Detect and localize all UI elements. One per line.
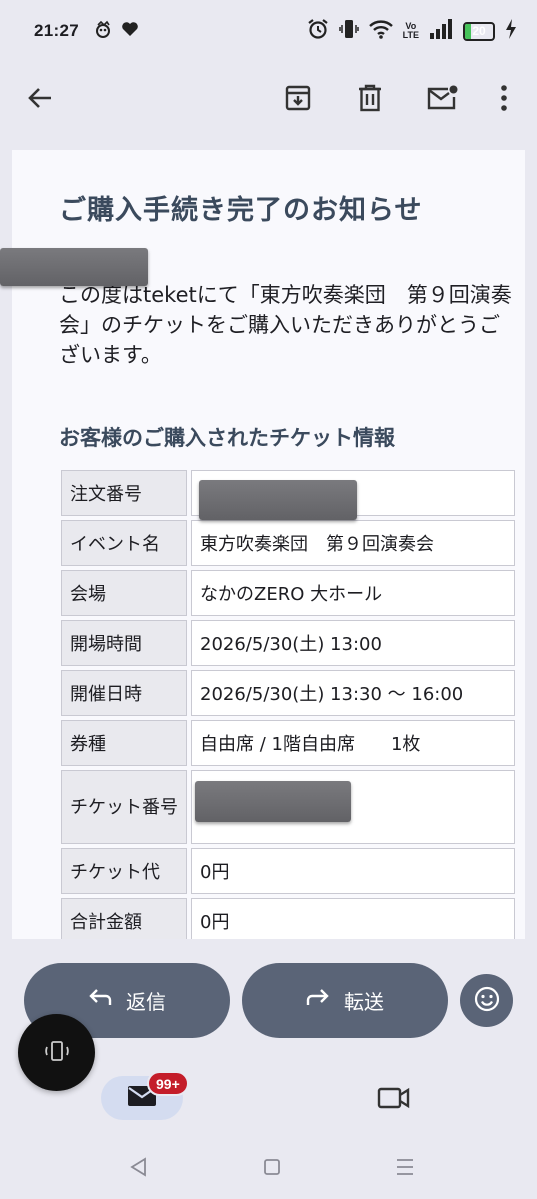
table-row: イベント名 東方吹奏楽団 第９回演奏会 bbox=[61, 520, 515, 566]
archive-button[interactable] bbox=[278, 80, 318, 120]
row-label: 開催日時 bbox=[61, 670, 187, 716]
vibrate-icon bbox=[338, 18, 359, 45]
battery-percent: 20 bbox=[472, 24, 486, 38]
email-body-text: この度はteketにて「東方吹奏楽団 第９回演奏会」のチケットをご購入いただきあ… bbox=[59, 283, 512, 367]
row-value: 0円 bbox=[191, 848, 515, 894]
row-label: 券種 bbox=[61, 720, 187, 766]
triangle-back-icon bbox=[129, 1157, 149, 1181]
forward-icon bbox=[306, 988, 330, 1013]
row-label: 注文番号 bbox=[61, 470, 187, 516]
email-heading: ご購入手続き完了のお知らせ bbox=[59, 195, 423, 226]
forward-label: 転送 bbox=[344, 990, 384, 1014]
square-home-icon bbox=[263, 1158, 281, 1180]
row-value: 東方吹奏楽団 第９回演奏会 bbox=[191, 520, 515, 566]
delete-icon bbox=[357, 84, 383, 116]
row-value: 2026/5/30(土) 13:30 〜 16:00 bbox=[191, 670, 515, 716]
table-row: 会場 なかのZERO 大ホール bbox=[61, 570, 515, 616]
battery-indicator: 20 bbox=[463, 21, 495, 41]
mark-unread-button[interactable] bbox=[422, 80, 462, 120]
emoji-reaction-button[interactable] bbox=[460, 974, 513, 1027]
system-home-button[interactable] bbox=[257, 1154, 287, 1184]
more-options-button[interactable] bbox=[484, 80, 524, 120]
alarm-icon bbox=[307, 18, 329, 45]
status-bar: 21:27 Vo LTE 20 bbox=[0, 0, 537, 62]
mark-unread-icon bbox=[426, 85, 458, 115]
table-row: チケット代 0円 bbox=[61, 848, 515, 894]
back-arrow-icon bbox=[27, 85, 53, 115]
row-label: 会場 bbox=[61, 570, 187, 616]
row-value: 自由席 / 1階自由席 1枚 bbox=[191, 720, 515, 766]
row-label: 合計金額 bbox=[61, 898, 187, 939]
reply-label: 返信 bbox=[126, 990, 166, 1014]
table-row: 開催日時 2026/5/30(土) 13:30 〜 16:00 bbox=[61, 670, 515, 716]
heart-icon bbox=[121, 21, 139, 42]
ticket-info-heading: お客様のご購入されたチケット情報 bbox=[59, 426, 395, 450]
unread-count-badge: 99+ bbox=[147, 1071, 189, 1096]
archive-icon bbox=[284, 84, 312, 116]
ticket-info-table: 注文番号 イベント名 東方吹奏楽団 第９回演奏会 会場 なかのZERO 大ホール… bbox=[57, 466, 519, 939]
redacted-ticket-number bbox=[195, 781, 351, 822]
rotate-icon bbox=[44, 1038, 70, 1068]
battery-level-fill bbox=[465, 23, 471, 39]
menu-lines-icon bbox=[395, 1158, 415, 1180]
emoji-icon bbox=[474, 986, 500, 1016]
nav-meet-tab[interactable] bbox=[374, 1080, 414, 1120]
system-recents-button[interactable] bbox=[390, 1154, 420, 1184]
row-label: チケット番号 bbox=[61, 770, 187, 844]
app-notification-icon bbox=[93, 20, 113, 43]
charging-icon bbox=[505, 18, 517, 44]
signal-icon bbox=[429, 18, 453, 44]
system-navigation bbox=[0, 1140, 537, 1199]
back-button[interactable] bbox=[20, 80, 60, 120]
status-time: 21:27 bbox=[34, 21, 79, 40]
delete-button[interactable] bbox=[350, 80, 390, 120]
table-row: 開場時間 2026/5/30(土) 13:00 bbox=[61, 620, 515, 666]
row-label: チケット代 bbox=[61, 848, 187, 894]
row-label: イベント名 bbox=[61, 520, 187, 566]
table-row: 合計金額 0円 bbox=[61, 898, 515, 939]
more-vert-icon bbox=[500, 85, 508, 115]
redacted-order-number bbox=[199, 480, 357, 520]
redacted-recipient-name bbox=[0, 248, 148, 286]
row-value: 0円 bbox=[191, 898, 515, 939]
wifi-icon bbox=[368, 19, 393, 44]
row-value: 2026/5/30(土) 13:00 bbox=[191, 620, 515, 666]
row-value: なかのZERO 大ホール bbox=[191, 570, 515, 616]
video-camera-icon bbox=[377, 1086, 411, 1114]
reply-icon bbox=[88, 988, 112, 1013]
rotate-screen-button[interactable] bbox=[18, 1014, 95, 1091]
system-back-button[interactable] bbox=[124, 1154, 154, 1184]
forward-button[interactable]: 転送 bbox=[242, 963, 448, 1038]
volte-indicator: Vo LTE bbox=[402, 21, 419, 40]
table-row: 券種 自由席 / 1階自由席 1枚 bbox=[61, 720, 515, 766]
row-label: 開場時間 bbox=[61, 620, 187, 666]
mail-toolbar bbox=[0, 62, 537, 140]
